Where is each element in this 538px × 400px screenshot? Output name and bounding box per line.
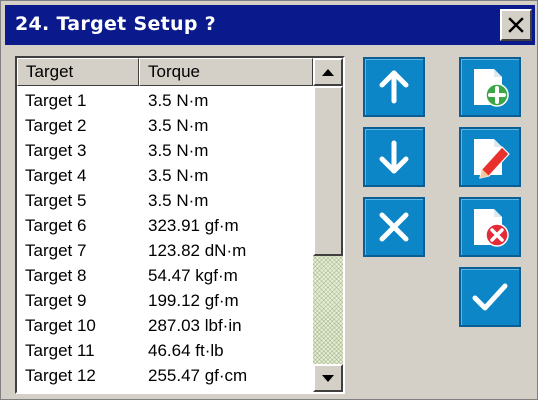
delete-target-button[interactable] xyxy=(459,197,521,257)
torque-cell: 123.82 dN·m xyxy=(148,241,247,260)
list-header: Target Torque xyxy=(17,58,313,86)
list-rows: Target 1 3.5 N·m Target 2 3.5 N·m Target 3… xyxy=(17,88,313,388)
scroll-up-button[interactable] xyxy=(313,58,343,86)
torque-cell: 3.5 N·m xyxy=(148,91,209,110)
list-item[interactable]: Target 2 3.5 N·m xyxy=(17,113,313,138)
target-cell: Target 7 xyxy=(25,241,87,260)
target-cell: Target 3 xyxy=(25,141,87,160)
target-cell: Target 8 xyxy=(25,266,87,285)
torque-cell: 3.5 N·m xyxy=(148,141,209,160)
torque-cell: 3.5 N·m xyxy=(148,116,209,135)
edit-target-button[interactable] xyxy=(459,127,521,187)
column-header-target[interactable]: Target xyxy=(17,58,139,86)
torque-cell: 287.03 lbf·in xyxy=(148,316,242,335)
target-cell: Target 9 xyxy=(25,291,87,310)
cancel-button[interactable] xyxy=(363,197,425,257)
target-cell: Target 2 xyxy=(25,116,87,135)
torque-cell: 323.91 gf·m xyxy=(148,216,239,235)
add-target-button[interactable] xyxy=(459,57,521,117)
triangle-up-icon xyxy=(322,68,334,76)
target-list[interactable]: Target Torque Target 1 3.5 N·m Target 2 3.… xyxy=(15,56,345,394)
triangle-down-icon xyxy=(322,374,334,382)
target-cell: Target 6 xyxy=(25,216,87,235)
checkmark-icon xyxy=(472,283,508,311)
list-item[interactable]: Target 1 3.5 N·m xyxy=(17,88,313,113)
arrow-up-icon xyxy=(379,70,409,104)
torque-cell: 255.47 gf·cm xyxy=(148,366,248,385)
scrollbar-thumb[interactable] xyxy=(313,86,343,256)
target-cell: Target 4 xyxy=(25,166,87,185)
target-cell: Target 5 xyxy=(25,191,87,210)
list-item[interactable]: Target 9 199.12 gf·m xyxy=(17,288,313,313)
edit-document-icon xyxy=(474,139,510,179)
target-cell: Target 1 xyxy=(25,91,87,110)
list-item[interactable]: Target 12 255.47 gf·cm xyxy=(17,363,313,388)
torque-cell: 3.5 N·m xyxy=(148,191,209,210)
delete-document-icon xyxy=(474,209,509,247)
move-down-button[interactable] xyxy=(363,127,425,187)
confirm-button[interactable] xyxy=(459,267,521,327)
list-item[interactable]: Target 3 3.5 N·m xyxy=(17,138,313,163)
target-setup-window: 24. Target Setup ? Target Torque Target … xyxy=(0,0,538,400)
close-button[interactable] xyxy=(500,9,532,41)
vertical-scrollbar[interactable] xyxy=(313,58,343,392)
move-up-button[interactable] xyxy=(363,57,425,117)
scroll-down-button[interactable] xyxy=(313,364,343,392)
torque-cell: 3.5 N·m xyxy=(148,166,209,185)
close-icon xyxy=(379,212,409,242)
add-document-icon xyxy=(474,69,509,107)
window-title: 24. Target Setup ? xyxy=(15,13,216,35)
arrow-down-icon xyxy=(379,140,409,174)
list-item[interactable]: Target 11 46.64 ft·lb xyxy=(17,338,313,363)
torque-cell: 199.12 gf·m xyxy=(148,291,239,310)
column-header-torque[interactable]: Torque xyxy=(139,58,313,86)
list-item[interactable]: Target 6 323.91 gf·m xyxy=(17,213,313,238)
list-item[interactable]: Target 4 3.5 N·m xyxy=(17,163,313,188)
torque-cell: 54.47 kgf·m xyxy=(148,266,238,285)
list-item[interactable]: Target 8 54.47 kgf·m xyxy=(17,263,313,288)
close-icon xyxy=(508,17,524,33)
list-item[interactable]: Target 10 287.03 lbf·in xyxy=(17,313,313,338)
list-item[interactable]: Target 5 3.5 N·m xyxy=(17,188,313,213)
target-cell: Target 10 xyxy=(25,316,96,335)
torque-cell: 46.64 ft·lb xyxy=(148,341,224,360)
target-cell: Target 11 xyxy=(25,341,95,360)
list-item[interactable]: Target 7 123.82 dN·m xyxy=(17,238,313,263)
title-bar: 24. Target Setup ? xyxy=(5,5,535,45)
target-cell: Target 12 xyxy=(25,366,96,385)
